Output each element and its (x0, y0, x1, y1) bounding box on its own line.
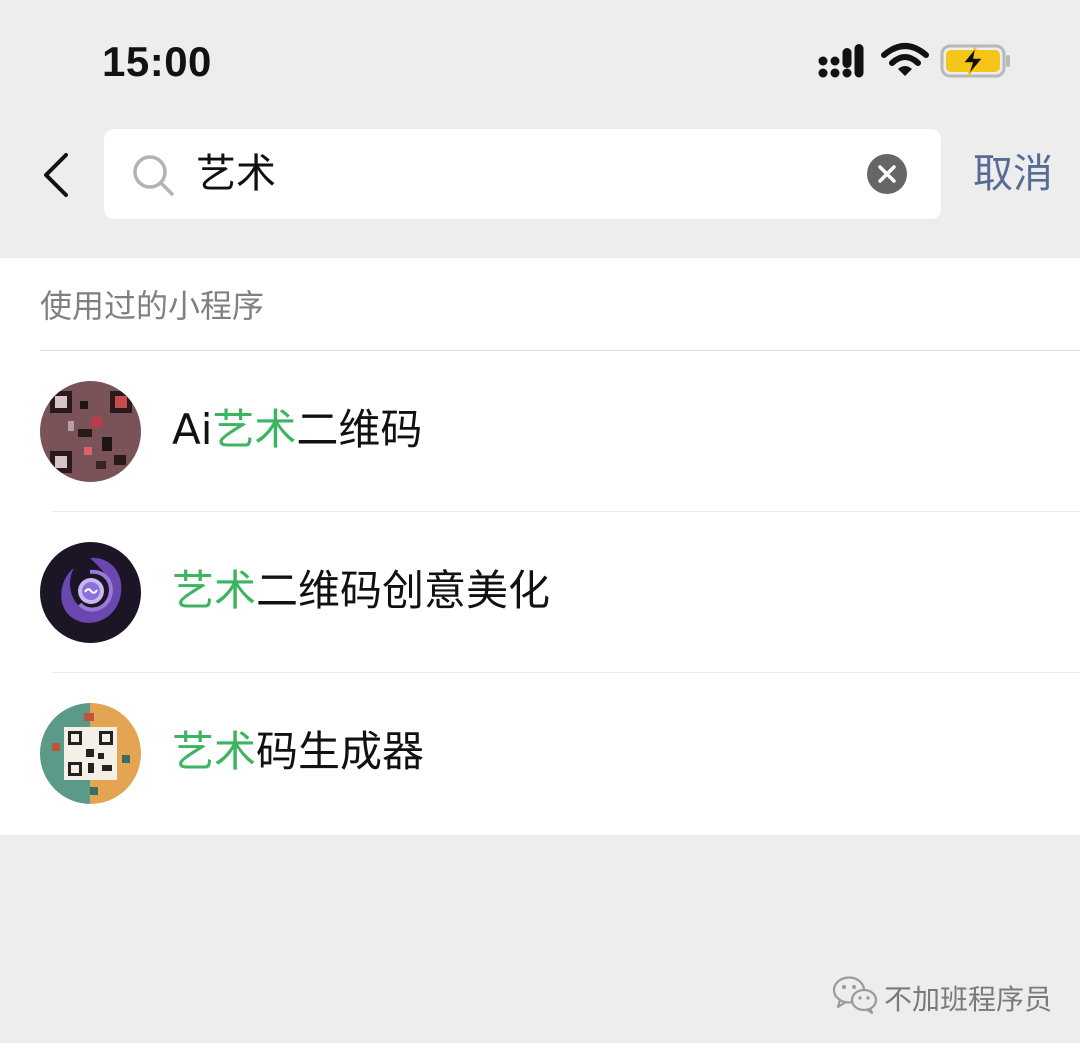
avatar (40, 381, 141, 482)
back-icon[interactable] (38, 150, 74, 200)
clear-search-icon[interactable] (867, 154, 907, 194)
avatar (40, 703, 141, 804)
battery-charging-icon (940, 44, 1010, 78)
item-title: 艺术二维码创意美化 (172, 566, 551, 615)
search-input[interactable]: 艺术 (104, 129, 941, 219)
cancel-button[interactable]: 取消 (973, 151, 1053, 197)
status-time: 15:00 (102, 38, 212, 85)
mini-program-results: 使用过的小程序 Ai艺术二维码 艺术二维码创意美化 艺术码生成器 (0, 258, 1080, 835)
list-item-art-qr-beautify[interactable]: 艺术二维码创意美化 (0, 512, 1080, 673)
status-bar: 15:00 (0, 0, 1080, 120)
search-icon (133, 155, 174, 196)
search-bar-row: 艺术 取消 (0, 124, 1080, 224)
cellular-signal-icon (818, 44, 864, 78)
item-title: 艺术码生成器 (172, 727, 425, 776)
wechat-icon (832, 976, 878, 1014)
section-title: 使用过的小程序 (40, 287, 265, 325)
list-item-art-code-generator[interactable]: 艺术码生成器 (0, 673, 1080, 834)
avatar (40, 542, 141, 643)
wifi-icon (881, 43, 929, 76)
list-item-ai-art-qr[interactable]: Ai艺术二维码 (0, 351, 1080, 512)
item-title: Ai艺术二维码 (172, 405, 423, 454)
search-query[interactable]: 艺术 (196, 151, 276, 197)
watermark-text: 不加班程序员 (884, 983, 1053, 1016)
